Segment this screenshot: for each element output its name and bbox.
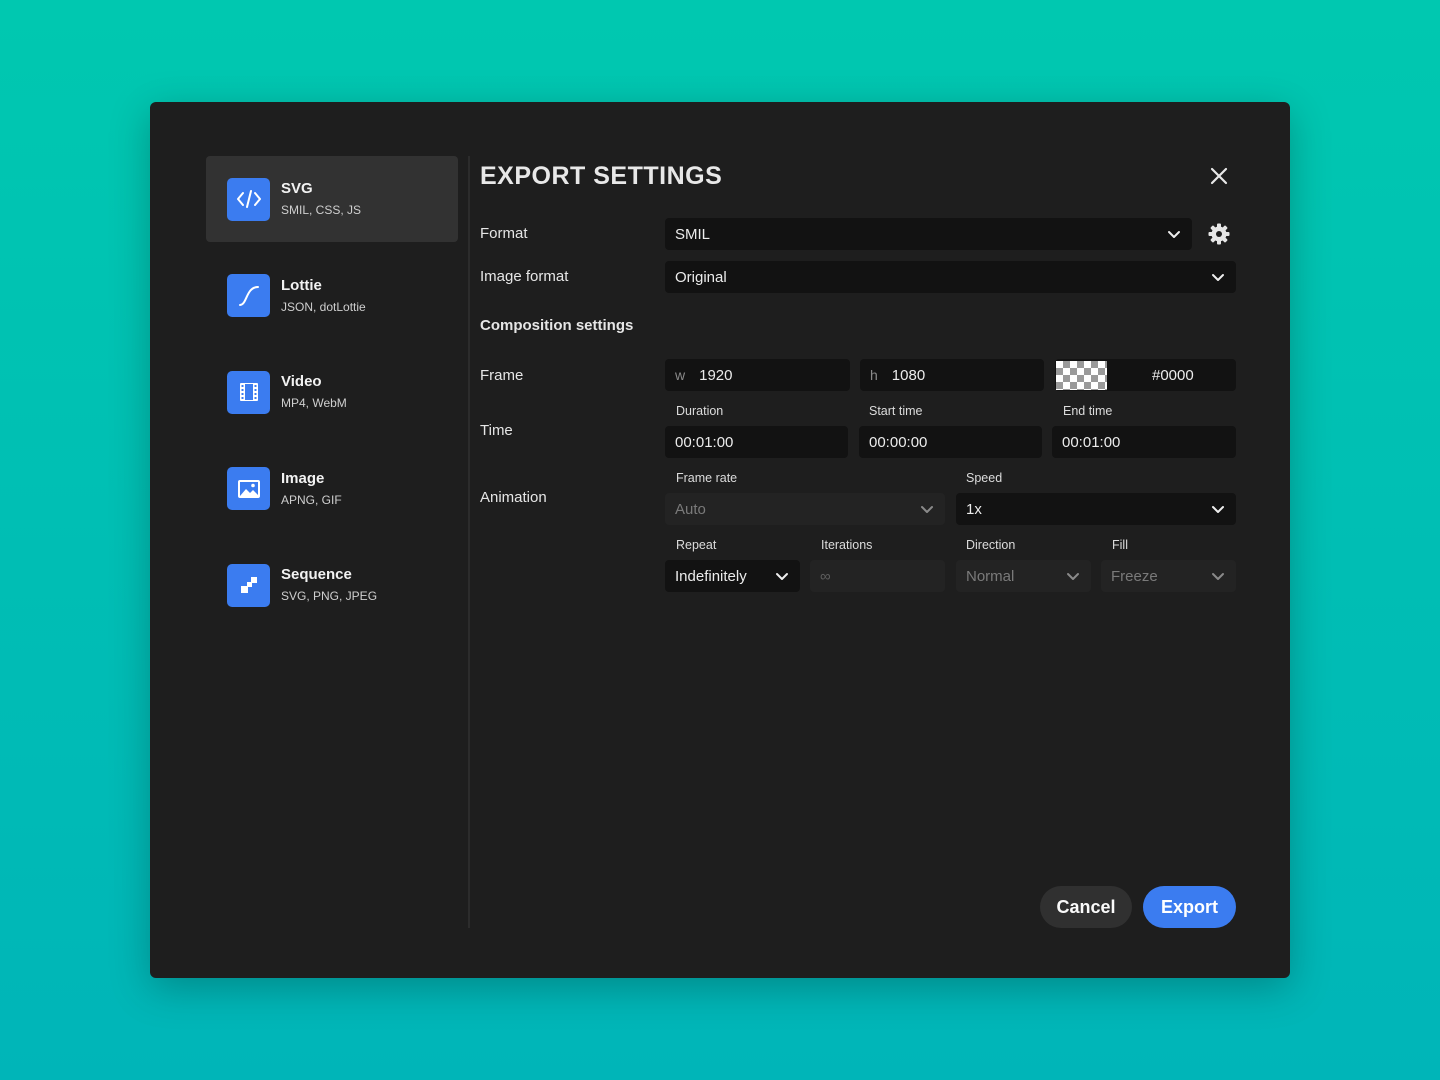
fill-label: Fill (1112, 538, 1128, 552)
page-title: EXPORT SETTINGS (480, 162, 723, 190)
height-prefix: h (870, 367, 878, 383)
sidebar-item-lottie[interactable]: Lottie JSON, dotLottie (206, 253, 458, 339)
fill-value: Freeze (1111, 567, 1158, 585)
frame-rate-value: Auto (675, 500, 706, 518)
iterations-label: Iterations (821, 538, 873, 552)
frame-height-input[interactable]: h 1080 (860, 359, 1044, 391)
background-color-value: #0000 (1152, 366, 1194, 384)
chevron-down-icon (1212, 274, 1224, 281)
close-button[interactable] (1205, 162, 1233, 190)
film-icon (227, 370, 270, 414)
composition-heading: Composition settings (480, 317, 634, 334)
fill-select[interactable]: Freeze (1101, 560, 1236, 592)
direction-value: Normal (966, 567, 1015, 585)
chevron-down-icon (1067, 573, 1079, 580)
format-settings-button[interactable] (1207, 222, 1231, 246)
direction-select[interactable]: Normal (956, 560, 1091, 592)
format-sidebar: SVG SMIL, CSS, JS Lottie JSON, dotLottie (206, 156, 458, 639)
background-color-input[interactable]: #0000 (1055, 359, 1236, 391)
time-label: Time (480, 422, 513, 439)
start-time-label: Start time (869, 404, 923, 418)
repeat-select[interactable]: Indefinitely (665, 560, 800, 592)
sidebar-item-image[interactable]: Image APNG, GIF (206, 446, 458, 532)
curve-icon (227, 274, 270, 317)
sidebar-item-sequence[interactable]: Sequence SVG, PNG, JPEG (206, 542, 458, 628)
duration-label: Duration (676, 404, 724, 418)
sidebar-item-title: SVG (281, 180, 313, 197)
duration-input[interactable]: 00:01:00 (665, 426, 848, 458)
image-format-label: Image format (480, 268, 569, 285)
settings-panel: EXPORT SETTINGS Format SMIL Image format… (480, 156, 1240, 936)
gear-icon (1208, 223, 1230, 245)
sidebar-item-svg[interactable]: SVG SMIL, CSS, JS (206, 156, 458, 242)
sidebar-item-title: Sequence (281, 566, 352, 583)
end-time-input[interactable]: 00:01:00 (1052, 426, 1236, 458)
image-icon (227, 467, 270, 510)
iterations-value: ∞ (820, 567, 831, 585)
sidebar-item-subtitle: APNG, GIF (281, 492, 342, 507)
chevron-down-icon (921, 506, 933, 513)
transparency-swatch[interactable] (1056, 360, 1107, 390)
image-format-select[interactable]: Original (665, 261, 1236, 293)
chevron-down-icon (1212, 573, 1224, 580)
width-prefix: w (675, 367, 686, 383)
sidebar-item-title: Image (281, 469, 325, 487)
duration-value: 00:01:00 (675, 433, 734, 451)
frame-rate-select[interactable]: Auto (665, 493, 945, 525)
chevron-down-icon (1168, 231, 1180, 238)
export-button[interactable]: Export (1143, 886, 1236, 928)
sidebar-item-subtitle: SVG, PNG, JPEG (281, 589, 378, 603)
repeat-label: Repeat (676, 538, 717, 552)
image-format-value: Original (675, 268, 727, 286)
sidebar-item-video[interactable]: Video MP4, WebM (206, 349, 458, 435)
chevron-down-icon (1212, 506, 1224, 513)
sidebar-item-subtitle: JSON, dotLottie (281, 299, 366, 314)
sidebar-item-title: Video (281, 373, 322, 390)
chevron-down-icon (776, 573, 788, 580)
format-label: Format (480, 225, 528, 242)
sequence-icon (227, 563, 270, 607)
speed-select[interactable]: 1x (956, 493, 1236, 525)
close-icon (1210, 167, 1228, 185)
frame-label: Frame (480, 367, 524, 384)
cancel-button[interactable]: Cancel (1040, 886, 1132, 928)
repeat-value: Indefinitely (675, 567, 747, 585)
export-dialog: SVG SMIL, CSS, JS Lottie JSON, dotLottie (150, 102, 1290, 978)
frame-height-value: 1080 (891, 366, 926, 384)
frame-rate-label: Frame rate (676, 471, 738, 485)
start-time-input[interactable]: 00:00:00 (859, 426, 1042, 458)
frame-width-value: 1920 (699, 366, 733, 384)
speed-value: 1x (966, 500, 982, 518)
format-select[interactable]: SMIL (665, 218, 1192, 250)
animation-label: Animation (480, 489, 547, 506)
sidebar-item-title: Lottie (281, 276, 322, 294)
direction-label: Direction (966, 538, 1016, 552)
sidebar-item-subtitle: MP4, WebM (281, 396, 347, 410)
frame-width-input[interactable]: w 1920 (665, 359, 850, 391)
speed-label: Speed (966, 471, 1003, 485)
sidebar-item-subtitle: SMIL, CSS, JS (281, 203, 362, 217)
format-value: SMIL (675, 225, 711, 243)
start-time-value: 00:00:00 (869, 433, 928, 451)
sidebar-divider (468, 156, 470, 928)
end-time-value: 00:01:00 (1062, 433, 1121, 451)
end-time-label: End time (1063, 404, 1113, 418)
iterations-input[interactable]: ∞ (810, 560, 945, 592)
code-icon (227, 177, 270, 221)
